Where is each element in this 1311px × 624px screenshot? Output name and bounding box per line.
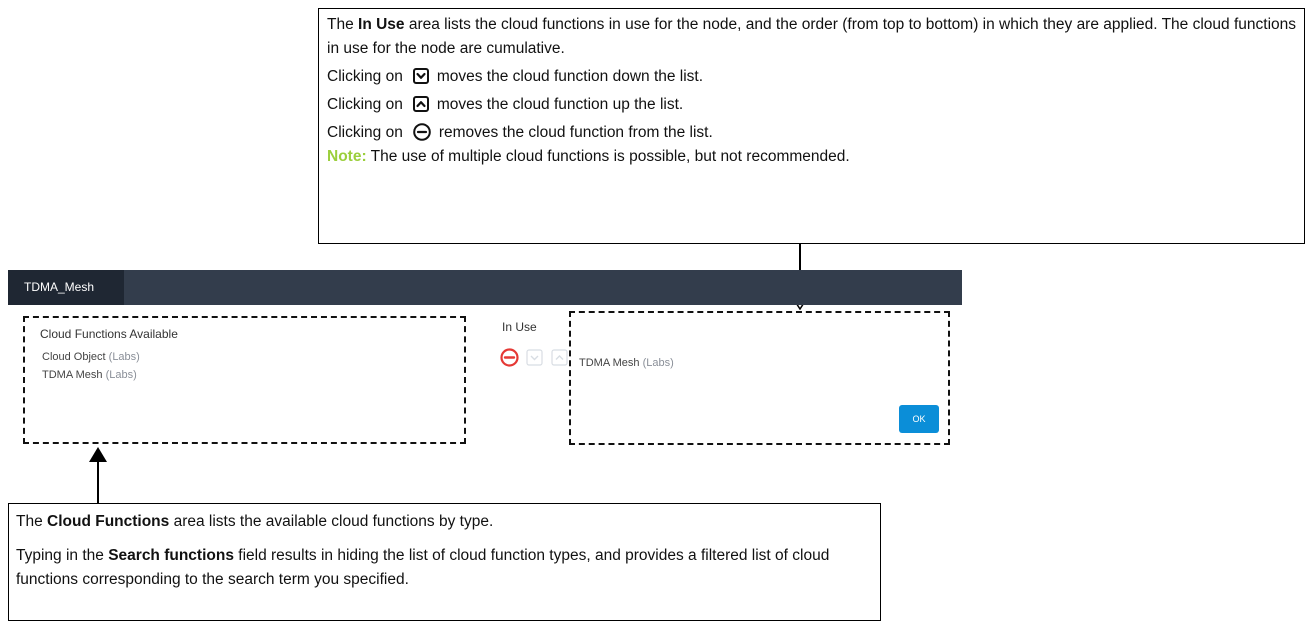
in-use-description: The In Use area lists the cloud function… xyxy=(327,16,1297,57)
list-item[interactable]: TDMA Mesh (Labs) xyxy=(579,357,674,369)
chevron-down-box-icon xyxy=(526,349,543,366)
in-use-term: In Use xyxy=(358,16,405,33)
tab-tdma-mesh[interactable]: TDMA_Mesh xyxy=(8,270,124,305)
list-item[interactable]: Cloud Object (Labs) xyxy=(42,348,140,366)
chevron-up-box-icon xyxy=(412,94,429,112)
in-use-title: In Use xyxy=(502,320,537,334)
available-title: Cloud Functions Available xyxy=(40,327,178,341)
search-description: Typing in the Search functions field res… xyxy=(16,547,830,588)
cloud-functions-description: The Cloud Functions area lists the avail… xyxy=(16,513,494,530)
chevron-down-box-icon xyxy=(412,66,429,84)
move-down-button[interactable] xyxy=(526,349,543,371)
minus-circle-icon xyxy=(413,123,431,141)
bottom-callout-connector xyxy=(97,460,99,503)
note-label: Note: xyxy=(327,148,367,165)
move-down-description: Clicking on moves the cloud function down… xyxy=(327,66,704,85)
cloud-functions-available-panel: Cloud Functions Available Cloud Object (… xyxy=(23,316,466,444)
move-up-button[interactable] xyxy=(551,349,568,371)
available-list: Cloud Object (Labs) TDMA Mesh (Labs) xyxy=(42,348,140,384)
cloud-functions-callout: The Cloud Functions area lists the avail… xyxy=(8,503,881,621)
move-up-description: Clicking on moves the cloud function up t… xyxy=(327,94,684,113)
list-item[interactable]: TDMA Mesh (Labs) xyxy=(42,366,140,384)
ok-button[interactable]: OK xyxy=(899,405,939,433)
chevron-up-box-icon xyxy=(551,349,568,366)
up-arrowhead-icon xyxy=(89,447,107,462)
dialog-header: TDMA_Mesh xyxy=(8,270,962,305)
remove-description: Clicking on removes the cloud function fr… xyxy=(327,123,713,141)
in-use-callout: The In Use area lists the cloud function… xyxy=(318,8,1305,244)
minus-circle-icon xyxy=(500,348,519,367)
remove-button[interactable] xyxy=(500,348,519,372)
note-line: Note: The use of multiple cloud function… xyxy=(327,148,850,165)
in-use-panel: TDMA Mesh (Labs) OK xyxy=(569,311,950,445)
